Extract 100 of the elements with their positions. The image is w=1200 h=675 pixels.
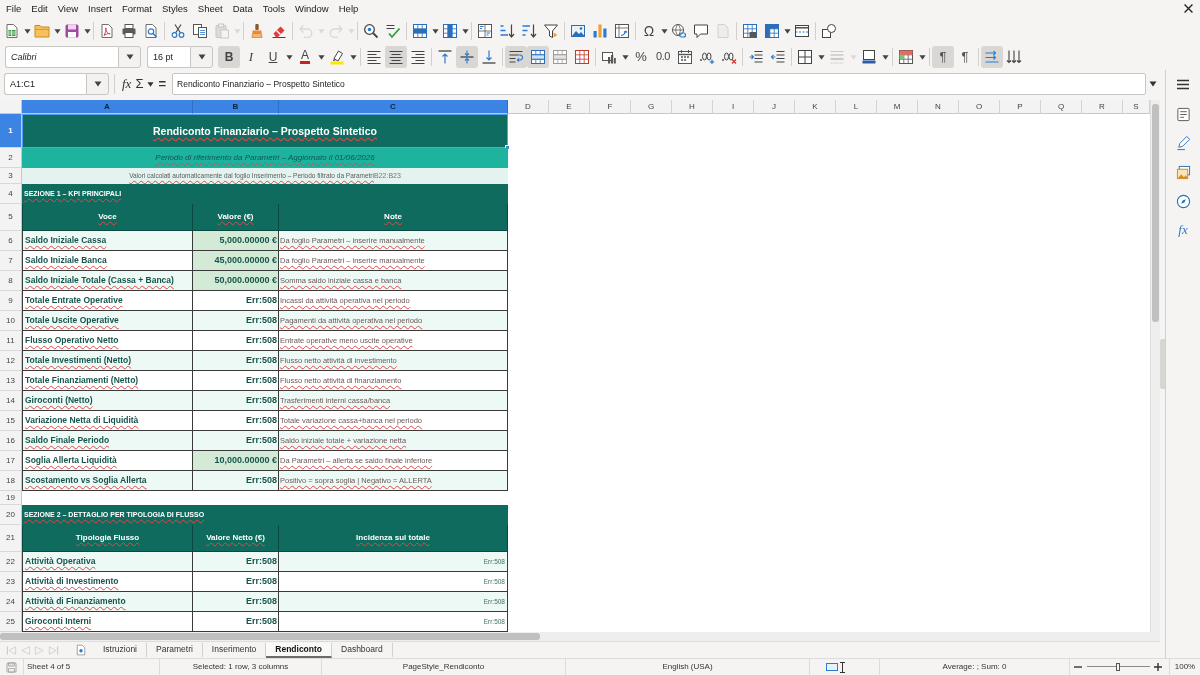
column-header[interactable]: F xyxy=(590,100,631,114)
row-header[interactable]: 5 xyxy=(0,204,22,231)
special-character-button[interactable]: Ω xyxy=(638,20,660,42)
row-header[interactable]: 3 xyxy=(0,168,22,184)
column-header[interactable]: O xyxy=(959,100,1000,114)
row-header[interactable]: 23 xyxy=(0,572,22,592)
dropdown-button[interactable] xyxy=(86,73,109,95)
row-header[interactable]: 10 xyxy=(0,311,22,331)
bold-button[interactable]: B xyxy=(218,46,240,68)
language-label[interactable]: English (USA) xyxy=(662,662,713,672)
column-header[interactable]: B xyxy=(193,100,279,114)
row-header[interactable]: 6 xyxy=(0,231,22,251)
column-header[interactable]: N xyxy=(918,100,959,114)
slider-thumb[interactable] xyxy=(1115,663,1120,671)
zoom-in-button[interactable] xyxy=(1154,661,1163,673)
sum-button[interactable]: Σ xyxy=(133,73,146,95)
sidebar-handle[interactable] xyxy=(1160,339,1165,389)
row-header[interactable]: 20 xyxy=(0,505,22,525)
row-header[interactable]: 1 xyxy=(0,114,22,148)
arrows-down-icon xyxy=(1006,49,1022,65)
row-header[interactable]: 19 xyxy=(0,491,22,505)
column-header[interactable]: H xyxy=(672,100,713,114)
italic-button[interactable]: I xyxy=(240,46,262,68)
column-header[interactable]: R xyxy=(1082,100,1123,114)
column-header[interactable]: S xyxy=(1123,100,1150,114)
menu-item[interactable]: View xyxy=(52,1,84,17)
row-header[interactable]: 13 xyxy=(0,371,22,391)
row-header[interactable]: 17 xyxy=(0,451,22,471)
column-header[interactable]: G xyxy=(631,100,672,114)
menu-item[interactable]: File xyxy=(1,1,27,17)
functions-button[interactable]: fx xyxy=(1172,219,1194,241)
merge-center-button[interactable] xyxy=(527,46,549,68)
zoom-percentage[interactable]: 100% xyxy=(1174,662,1196,672)
scrollbar-thumb[interactable] xyxy=(1152,104,1159,322)
row-header[interactable]: 7 xyxy=(0,251,22,271)
label-cell: Totale Entrate Operative xyxy=(22,291,193,311)
row-header[interactable]: 21 xyxy=(0,525,22,552)
row-header[interactable]: 22 xyxy=(0,552,22,572)
chart-frame-icon xyxy=(601,49,617,65)
menu-item[interactable]: Insert xyxy=(83,1,117,17)
page-style-label[interactable]: PageStyle_Rendiconto xyxy=(402,662,485,672)
row-header[interactable]: 9 xyxy=(0,291,22,311)
row-header[interactable]: 18 xyxy=(0,471,22,491)
menu-item[interactable]: Sheet xyxy=(192,1,228,17)
standard-format-button[interactable]: 0.0 xyxy=(652,46,674,68)
table-header-cell: Valore Netto (€) xyxy=(193,525,279,552)
right-to-left-button[interactable]: ¶ xyxy=(954,46,976,68)
function-wizard-button[interactable]: fx xyxy=(120,73,134,95)
row-header[interactable]: 11 xyxy=(0,331,22,351)
dropdown-button[interactable] xyxy=(190,46,213,68)
menu-item[interactable]: Tools xyxy=(257,1,290,17)
wrap-text-button[interactable] xyxy=(505,46,527,68)
column-header[interactable]: J xyxy=(754,100,795,114)
row-header[interactable]: 16 xyxy=(0,431,22,451)
formula-button[interactable]: = xyxy=(156,73,169,95)
column-header[interactable]: I xyxy=(713,100,754,114)
menu-item[interactable]: Help xyxy=(333,1,364,17)
column-header[interactable]: L xyxy=(836,100,877,114)
horizontal-scrollbar[interactable] xyxy=(0,632,1160,641)
column-header[interactable]: Q xyxy=(1041,100,1082,114)
formula-input-field[interactable]: Rendiconto Finanziario – Prospetto Sintetico xyxy=(172,73,1146,95)
row-header[interactable]: 24 xyxy=(0,592,22,612)
row-header[interactable]: 25 xyxy=(0,612,22,632)
font-size-field[interactable]: 16 pt xyxy=(147,46,190,68)
row-header[interactable]: 4 xyxy=(0,184,22,204)
row-header[interactable]: 2 xyxy=(0,148,22,168)
column-header[interactable]: P xyxy=(1000,100,1041,114)
left-to-right-button[interactable]: ¶ xyxy=(932,46,954,68)
underline-button[interactable]: U xyxy=(262,46,284,68)
column-header[interactable]: C xyxy=(279,100,508,114)
zoom-slider[interactable] xyxy=(1087,662,1150,672)
menu-item[interactable]: Data xyxy=(227,1,258,17)
menu-item[interactable]: Styles xyxy=(156,1,193,17)
close-button[interactable] xyxy=(1184,4,1194,14)
sheet-tab[interactable]: Dashboard xyxy=(332,642,393,658)
align-center-button[interactable] xyxy=(385,46,407,68)
vertical-scrollbar[interactable] xyxy=(1150,100,1160,632)
percent-format-button[interactable]: % xyxy=(630,46,652,68)
menu-item[interactable]: Format xyxy=(116,1,157,17)
row-header[interactable]: 14 xyxy=(0,391,22,411)
name-box-field[interactable]: A1:C1 xyxy=(4,73,86,95)
column-header[interactable]: M xyxy=(877,100,918,114)
row-header[interactable]: 8 xyxy=(0,271,22,291)
sheet-tab[interactable]: Istruzioni xyxy=(94,642,147,658)
menu-item[interactable]: Window xyxy=(289,1,334,17)
sheet-tab[interactable]: Parametri xyxy=(147,642,203,658)
text-direction-button[interactable] xyxy=(981,46,1003,68)
column-header[interactable]: E xyxy=(549,100,590,114)
row-header[interactable]: 12 xyxy=(0,351,22,371)
menu-item[interactable]: Edit xyxy=(26,1,53,17)
column-header[interactable]: A xyxy=(22,100,193,114)
column-header[interactable]: D xyxy=(508,100,549,114)
font-color-button[interactable]: A xyxy=(294,46,316,68)
add-sheet-button[interactable] xyxy=(74,643,88,657)
font-name-field[interactable]: Calibri xyxy=(5,46,118,68)
column-header[interactable]: K xyxy=(795,100,836,114)
scrollbar-thumb[interactable] xyxy=(0,633,540,640)
sheet-tab[interactable]: Rendiconto xyxy=(266,642,333,658)
dropdown-button[interactable] xyxy=(118,46,141,68)
row-header[interactable]: 15 xyxy=(0,411,22,431)
